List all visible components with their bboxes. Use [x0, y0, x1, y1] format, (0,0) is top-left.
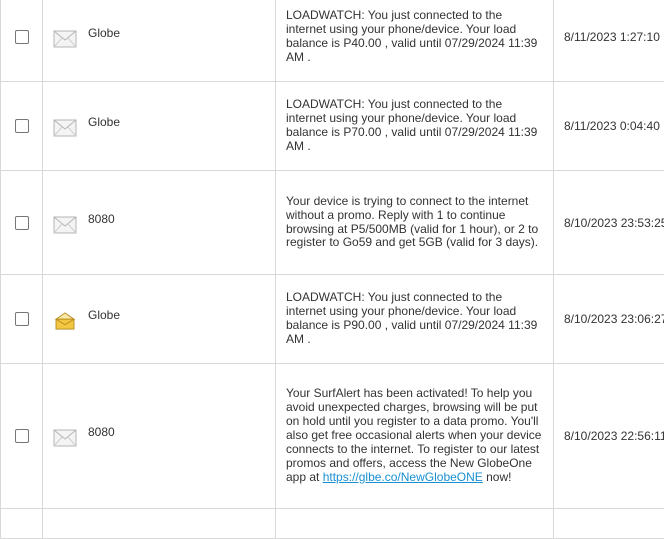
- row-checkbox[interactable]: [15, 216, 29, 230]
- row-checkbox-cell: [1, 0, 43, 82]
- message-body: LOADWATCH: You just connected to the int…: [276, 0, 554, 82]
- envelope-icon: [53, 216, 77, 234]
- message-date: 8/10/2023 23:06:27: [554, 275, 664, 364]
- envelope-icon: [53, 119, 77, 137]
- row-checkbox[interactable]: [15, 429, 29, 443]
- message-date: 8/11/2023 0:04:40: [554, 82, 664, 171]
- sender-cell: Globe: [43, 0, 276, 82]
- message-body-cell: Your SurfAlert has been activated! To he…: [276, 364, 554, 509]
- envelope-icon: [53, 30, 77, 48]
- row-checkbox[interactable]: [15, 119, 29, 133]
- table-row: 8080 Your SurfAlert has been activated! …: [1, 364, 664, 509]
- sender-cell: 8080: [43, 364, 276, 509]
- row-checkbox-cell: [1, 364, 43, 509]
- table-row: Globe LOADWATCH: You just connected to t…: [1, 0, 664, 82]
- message-body-suffix: now!: [483, 470, 512, 484]
- message-date: 8/11/2023 1:27:10: [554, 0, 664, 82]
- sender-name: 8080: [88, 425, 115, 439]
- message-date: 8/10/2023 23:53:25: [554, 171, 664, 275]
- sender-name: 8080: [88, 212, 115, 226]
- sender-cell: Globe: [43, 82, 276, 171]
- envelope-open-icon: [53, 312, 77, 330]
- message-table: Globe LOADWATCH: You just connected to t…: [0, 0, 664, 539]
- table-row: 8080 Your device is trying to connect to…: [1, 171, 664, 275]
- message-date: 8/10/2023 22:56:11: [554, 364, 664, 509]
- sms-inbox: Globe LOADWATCH: You just connected to t…: [0, 0, 664, 539]
- envelope-icon: [53, 429, 77, 447]
- sender-cell: Globe: [43, 275, 276, 364]
- row-checkbox-cell: [1, 171, 43, 275]
- row-checkbox-cell: [1, 82, 43, 171]
- globeone-link[interactable]: https://glbe.co/NewGlobeONE: [323, 470, 483, 484]
- message-body: LOADWATCH: You just connected to the int…: [276, 275, 554, 364]
- message-body: LOADWATCH: You just connected to the int…: [276, 82, 554, 171]
- table-row: [1, 509, 664, 539]
- message-body: Your device is trying to connect to the …: [276, 171, 554, 275]
- sender-name: Globe: [88, 26, 120, 40]
- table-row: Globe LOADWATCH: You just connected to t…: [1, 82, 664, 171]
- table-row: Globe LOADWATCH: You just connected to t…: [1, 275, 664, 364]
- sender-name: Globe: [88, 308, 120, 322]
- row-checkbox[interactable]: [15, 312, 29, 326]
- sender-name: Globe: [88, 115, 120, 129]
- row-checkbox-cell: [1, 275, 43, 364]
- row-checkbox[interactable]: [15, 30, 29, 44]
- sender-cell: 8080: [43, 171, 276, 275]
